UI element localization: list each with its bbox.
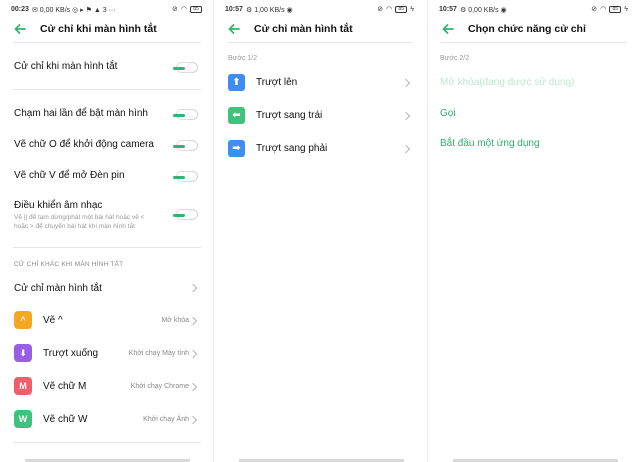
chevron-right-icon [188, 283, 198, 293]
caret-icon: ^ [14, 311, 32, 329]
letter-m-icon: M [14, 377, 32, 395]
screen-gesture-settings-panel: 00:23 ✉ 0,00 KB/s ◎ ▸ ⚑ ▲ 3 ··· ⊘ ◠ 85 C… [0, 0, 214, 462]
notification-icons: ✉ 0,00 KB/s ◎ ▸ ⚑ ▲ 3 ··· [32, 7, 116, 14]
status-time: 10:57 [225, 6, 243, 13]
status-time: 00:23 [11, 6, 29, 13]
wifi-icon: ◠ [600, 6, 607, 13]
battery-icon: 85 [395, 5, 408, 13]
gesture-label: Vẽ chữ M [43, 381, 87, 392]
divider [13, 247, 201, 248]
chevron-right-icon [401, 144, 411, 154]
draw-o-label: Vẽ chữ O để khởi động camera [14, 139, 154, 150]
mute-icon: ⊘ [591, 6, 598, 13]
status-right-icons: ⊘ ◠ 85 ϟ [377, 5, 414, 13]
page-title: Chọn chức năng cử chỉ [468, 23, 586, 35]
status-icons: ✉ 0,00 KB/s ◎ ▸ ⚑ ▲ 3 ··· [32, 6, 116, 14]
chevron-right-icon [188, 316, 198, 326]
header: Cử chỉ khi màn hình tắt [0, 18, 214, 40]
arrow-down-icon: ⬇ [14, 344, 32, 362]
battery-icon: 85 [190, 5, 202, 13]
screen-gestures-link[interactable]: Cử chỉ màn hình tắt [14, 283, 102, 294]
option-call[interactable]: Gọi [440, 108, 456, 119]
draw-v-label: Vẽ chữ V để mở Đèn pin [14, 170, 125, 181]
divider [13, 89, 201, 90]
option-label: Trượt lên [256, 77, 298, 88]
chevron-right-icon [188, 349, 198, 359]
header: Chọn chức năng cử chỉ [428, 18, 640, 40]
arrow-up-icon: ⬆ [228, 74, 245, 91]
gesture-label: Vẽ ^ [43, 315, 63, 326]
wifi-icon: ◠ [180, 6, 187, 13]
letter-w-icon: W [14, 410, 32, 428]
chevron-right-icon [401, 111, 411, 121]
option-launch-app[interactable]: Bắt đầu một ứng dụng [440, 138, 540, 149]
chevron-right-icon [188, 415, 198, 425]
option-label: Trượt sang trái [256, 110, 323, 121]
music-desc-line1: Vẽ || để tạm dừng/phát một bài hát hoặc … [14, 214, 145, 221]
step-indicator: Bước 2/2 [440, 55, 470, 62]
arrow-left-icon: ⬅ [228, 107, 245, 124]
notification-icons: ⚙ 1,00 KB/s ◉ [246, 7, 293, 14]
function-selection-panel: 10:57 ⚙ 0,00 KB/s ◉ ⊘ ◠ 85 ϟ Chọn chức n… [428, 0, 640, 462]
music-desc-line2: hoặc > để chuyển bài hát khi màn hình tắ… [14, 223, 135, 230]
status-icons: ⚙ 0,00 KB/s ◉ [460, 6, 507, 14]
draw-o-toggle[interactable] [173, 140, 198, 151]
section-title: CỬ CHỈ KHÁC KHI MÀN HÌNH TẮT [14, 261, 124, 268]
back-arrow-icon[interactable] [13, 22, 27, 36]
mute-icon: ⊘ [377, 6, 384, 13]
gesture-value: Khởi chạy Ảnh [143, 416, 189, 423]
divider [13, 42, 201, 43]
charging-icon: ϟ [410, 5, 414, 13]
gesture-selection-panel: 10:57 ⚙ 1,00 KB/s ◉ ⊘ ◠ 85 ϟ Cử chỉ màn … [214, 0, 426, 462]
status-right-icons: ⊘ ◠ 85 ϟ [591, 5, 628, 13]
chevron-right-icon [188, 382, 198, 392]
back-arrow-icon[interactable] [227, 22, 241, 36]
status-icons: ⚙ 1,00 KB/s ◉ [246, 6, 293, 14]
chevron-right-icon [401, 78, 411, 88]
page-title: Cử chỉ khi màn hình tắt [40, 23, 157, 35]
gesture-value: Khởi chạy Máy tính [128, 350, 189, 357]
music-control-toggle[interactable] [173, 209, 198, 220]
back-arrow-icon[interactable] [441, 22, 455, 36]
page-title: Cử chỉ màn hình tắt [254, 23, 353, 35]
step-indicator: Bước 1/2 [228, 55, 258, 62]
notification-icons: ⚙ 0,00 KB/s ◉ [460, 7, 507, 14]
status-right-icons: ⊘ ◠ 85 [172, 5, 202, 13]
divider [441, 42, 627, 43]
divider [227, 42, 413, 43]
double-tap-label: Chạm hai lần để bật màn hình [14, 108, 148, 119]
music-control-desc: Vẽ || để tạm dừng/phát một bài hát hoặc … [14, 213, 144, 231]
main-gesture-label: Cử chỉ khi màn hình tắt [14, 61, 118, 72]
divider [13, 442, 201, 443]
wifi-icon: ◠ [386, 6, 393, 13]
gesture-label: Vẽ chữ W [43, 414, 88, 425]
gesture-label: Trượt xuống [43, 348, 99, 359]
status-bar: 00:23 ✉ 0,00 KB/s ◎ ▸ ⚑ ▲ 3 ··· ⊘ ◠ 85 [0, 5, 214, 17]
gesture-value: Khởi chạy Chrome [130, 383, 189, 390]
header: Cử chỉ màn hình tắt [214, 18, 426, 40]
option-unlock-in-use: Mở khóa(đang được sử dụng) [440, 77, 575, 88]
status-bar: 10:57 ⚙ 0,00 KB/s ◉ ⊘ ◠ 85 ϟ [428, 5, 640, 17]
status-bar: 10:57 ⚙ 1,00 KB/s ◉ ⊘ ◠ 85 ϟ [214, 5, 426, 17]
main-gesture-toggle[interactable] [173, 62, 198, 73]
music-control-label: Điều khiển âm nhạc [14, 200, 103, 211]
gesture-value: Mở khóa [161, 317, 189, 324]
charging-icon: ϟ [624, 5, 628, 13]
battery-icon: 85 [609, 5, 622, 13]
mute-icon: ⊘ [172, 6, 178, 13]
draw-v-toggle[interactable] [173, 171, 198, 182]
arrow-right-icon: ➡ [228, 140, 245, 157]
status-time: 10:57 [439, 6, 457, 13]
option-label: Trượt sang phải [256, 143, 328, 154]
double-tap-toggle[interactable] [173, 109, 198, 120]
